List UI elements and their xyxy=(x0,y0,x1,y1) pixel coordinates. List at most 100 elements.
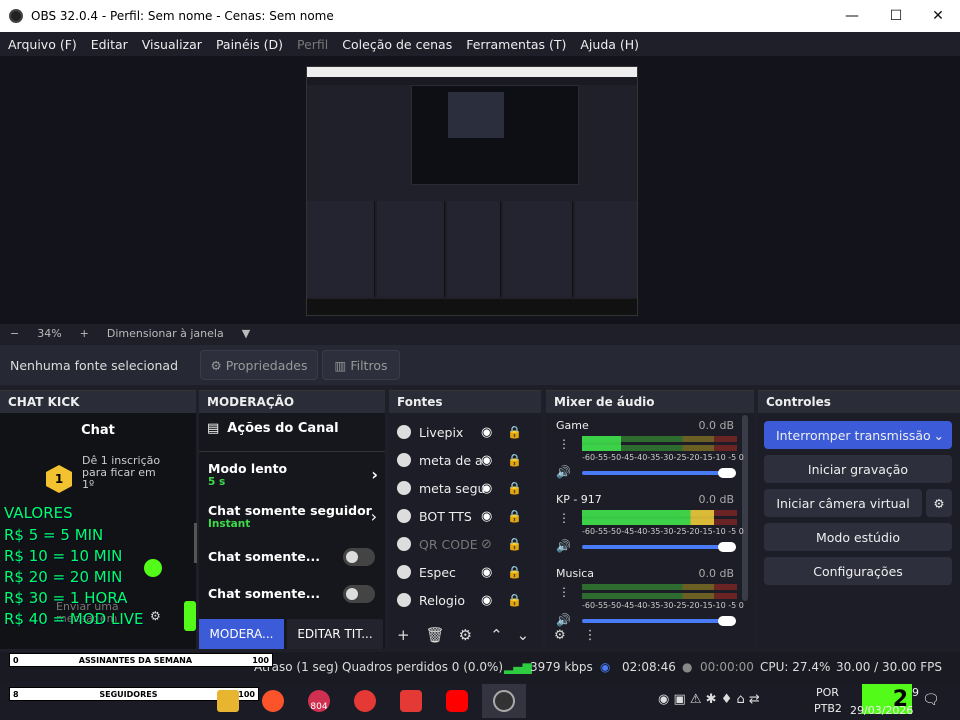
chevron-down-icon[interactable]: ⌄ xyxy=(934,428,944,443)
followers-only-item[interactable]: Chat somente seguidor Instant xyxy=(208,503,378,530)
overlay-line: R$ 5 = 5 MIN xyxy=(4,526,104,544)
obs-taskbar-icon[interactable] xyxy=(493,690,515,712)
zoom-in-button[interactable]: + xyxy=(80,327,89,340)
app-badge-icon[interactable]: 804 xyxy=(308,690,330,712)
volume-slider[interactable] xyxy=(582,471,736,475)
chat-mode-toggle[interactable] xyxy=(343,585,375,603)
volume-slider-knob[interactable] xyxy=(718,468,736,478)
menu-help[interactable]: Ajuda (H) xyxy=(580,37,639,52)
volume-meter xyxy=(582,593,737,599)
eye-icon[interactable]: ◉ xyxy=(481,565,492,580)
youtube-icon[interactable] xyxy=(446,690,468,712)
brave-icon[interactable] xyxy=(262,690,284,712)
source-item[interactable]: Livepix xyxy=(397,421,525,443)
menu-docks[interactable]: Painéis (D) xyxy=(216,37,283,52)
close-button[interactable]: ✕ xyxy=(916,0,960,32)
menu-scene-collection[interactable]: Coleção de cenas xyxy=(342,37,452,52)
filters-button[interactable]: ▥ Filtros xyxy=(322,350,400,380)
overlay-line: R$ 10 = 10 MIN xyxy=(4,547,123,565)
keyboard-layout[interactable]: PTB2 xyxy=(814,702,842,715)
obs-logo-icon xyxy=(9,9,23,23)
zoom-fit-label[interactable]: Dimensionar à janela xyxy=(107,327,224,340)
stop-streaming-button[interactable]: Interromper transmissão ⌄ xyxy=(764,421,952,449)
menu-edit[interactable]: Editar xyxy=(91,37,128,52)
folder-icon[interactable] xyxy=(217,690,239,712)
move-up-icon[interactable]: ⌃ xyxy=(490,626,503,644)
zoom-bar: − 34% + Dimensionar à janela ▼ xyxy=(0,324,960,342)
slow-mode-item[interactable]: Modo lento 5 s › xyxy=(208,461,378,488)
level-fill xyxy=(582,436,621,451)
start-recording-button[interactable]: Iniciar gravação xyxy=(764,455,952,483)
source-properties-gear-icon[interactable]: ⚙ xyxy=(459,626,472,644)
tab-edit-title[interactable]: EDITAR TIT... xyxy=(287,619,383,649)
speaker-icon[interactable]: 🔊 xyxy=(556,613,571,627)
eye-icon[interactable]: ◉ xyxy=(481,509,492,524)
menu-tools[interactable]: Ferramentas (T) xyxy=(466,37,566,52)
h-app-icon[interactable] xyxy=(400,690,422,712)
subscription-promo: Dê 1 inscrição para ficar em 1º xyxy=(82,454,161,491)
studio-mode-button[interactable]: Modo estúdio xyxy=(764,523,952,551)
tab-moderation[interactable]: MODERA... xyxy=(199,619,284,649)
zoom-dropdown-icon[interactable]: ▼ xyxy=(242,327,250,340)
emoji-icon[interactable] xyxy=(144,559,162,577)
virtual-camera-gear-icon[interactable]: ⚙ xyxy=(926,489,952,517)
lock-icon[interactable]: 🔒 xyxy=(507,593,522,607)
start-virtual-camera-button[interactable]: Iniciar câmera virtual xyxy=(764,489,922,517)
send-button[interactable] xyxy=(184,601,196,631)
volume-slider-knob[interactable] xyxy=(718,542,736,552)
mixer-scrollbar[interactable] xyxy=(742,415,748,601)
settings-button[interactable]: Configurações xyxy=(764,557,952,585)
channel-menu-icon[interactable]: ⋮ xyxy=(558,437,570,451)
speaker-icon[interactable]: 🔊 xyxy=(556,465,571,479)
move-down-icon[interactable]: ⌄ xyxy=(517,626,530,644)
menu-file[interactable]: Arquivo (F) xyxy=(8,37,77,52)
channel-menu-icon[interactable]: ⋮ xyxy=(558,585,570,599)
source-type-icon xyxy=(397,425,411,439)
add-source-button[interactable]: + xyxy=(397,626,410,644)
chat-mode-toggle[interactable] xyxy=(343,548,375,566)
channel-name: Musica xyxy=(556,567,595,580)
source-item[interactable]: meta de a xyxy=(397,449,525,471)
eye-icon[interactable]: ◉ xyxy=(481,425,492,440)
source-item[interactable]: BOT TTS xyxy=(397,505,525,527)
lock-icon[interactable]: 🔒 xyxy=(507,453,522,467)
volume-slider[interactable] xyxy=(582,545,736,549)
eye-off-icon[interactable]: ⊘ xyxy=(481,537,492,552)
lock-icon[interactable]: 🔒 xyxy=(507,481,522,495)
channel-actions-icon: ▤ xyxy=(207,421,220,436)
volume-slider-knob[interactable] xyxy=(718,616,736,626)
lock-icon[interactable]: 🔒 xyxy=(507,509,522,523)
language-indicator[interactable]: POR xyxy=(816,686,839,699)
settings-icon[interactable]: ⚙ xyxy=(150,609,161,623)
zoom-out-button[interactable]: − xyxy=(10,327,19,340)
notification-icon[interactable]: 🗨 xyxy=(922,692,940,708)
lock-icon[interactable]: 🔒 xyxy=(507,565,522,579)
speaker-icon[interactable]: 🔊 xyxy=(556,539,571,553)
meter-scale: -60-55-50-45-40-35-30-25-20-15-10 -5 0 xyxy=(582,527,744,536)
menu-view[interactable]: Visualizar xyxy=(142,37,202,52)
overlay-line: R$ 40 = MOD LIVE xyxy=(4,610,144,628)
source-item[interactable]: Relogio xyxy=(397,589,525,611)
controls-dock-header: Controles xyxy=(758,391,960,413)
minimize-button[interactable]: — xyxy=(830,0,874,32)
source-item[interactable]: Espec xyxy=(397,561,525,583)
channel-menu-icon[interactable]: ⋮ xyxy=(558,511,570,525)
menu-profile[interactable]: Perfil xyxy=(297,37,328,52)
chat-dock-header: CHAT KICK xyxy=(0,391,196,413)
eye-icon[interactable]: ◉ xyxy=(481,453,492,468)
fps-status: 30.00 / 30.00 FPS xyxy=(836,660,942,674)
play-app-icon[interactable] xyxy=(354,690,376,712)
tray-icons[interactable]: ◉ ▣ ⚠ ✱ ♦ ⌂ ⇄ xyxy=(658,692,760,707)
lock-icon[interactable]: 🔒 xyxy=(507,537,522,551)
properties-button[interactable]: ⚙ Propriedades xyxy=(200,350,318,380)
source-item[interactable]: QR CODE xyxy=(397,533,525,555)
lock-icon[interactable]: 🔒 xyxy=(507,425,522,439)
eye-icon[interactable]: ◉ xyxy=(481,481,492,496)
volume-slider[interactable] xyxy=(582,619,736,623)
eye-icon[interactable]: ◉ xyxy=(481,593,492,608)
trash-icon[interactable]: 🗑 xyxy=(426,626,445,644)
maximize-button[interactable]: ☐ xyxy=(874,0,918,32)
chat-title: Chat xyxy=(81,423,115,438)
record-time: 00:00:00 xyxy=(700,660,754,674)
source-item[interactable]: meta segu xyxy=(397,477,525,499)
